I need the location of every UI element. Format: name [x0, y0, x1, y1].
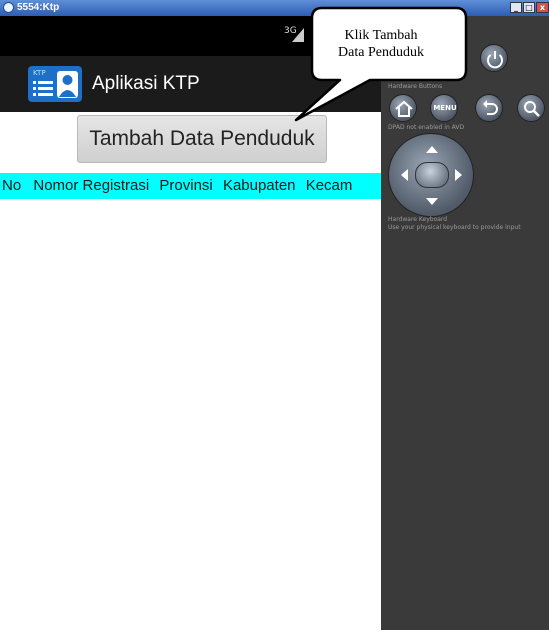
menu-label: MENU	[433, 104, 457, 112]
dpad-center-button[interactable]	[415, 162, 449, 188]
window-title: 5554:Ktp	[17, 2, 60, 13]
header-nomor-registrasi: Nomor Registrasi	[33, 177, 150, 194]
search-icon	[524, 101, 540, 117]
dpad-right-icon[interactable]	[455, 169, 462, 181]
action-bar: KTP Aplikasi KTP	[0, 56, 381, 112]
minimize-button[interactable]: _	[510, 2, 522, 13]
ktp-badge-text: KTP	[33, 69, 46, 77]
table-header-row: No Nomor Registrasi Provinsi Kabupaten K…	[0, 173, 381, 199]
hardware-keyboard-hint: Use your physical keyboard to provide in…	[388, 224, 521, 231]
back-icon	[483, 100, 498, 115]
hardware-buttons-label: Hardware Buttons	[388, 83, 443, 90]
emulator-window-icon	[3, 2, 14, 13]
dpad-disabled-label: DPAD not enabled in AVD	[388, 124, 465, 131]
power-button[interactable]	[480, 44, 508, 72]
device-screen: 3G KTP Aplikasi KTP Tambah Data Penduduk…	[0, 16, 381, 630]
tambah-data-penduduk-button[interactable]: Tambah Data Penduduk	[77, 115, 327, 163]
signal-icon	[292, 28, 304, 42]
close-button[interactable]: x	[536, 2, 549, 13]
restore-button[interactable]: □	[523, 2, 535, 13]
window-title-bar: 5554:Ktp _ □ x	[0, 0, 549, 16]
header-no: No	[2, 177, 22, 194]
back-button[interactable]	[475, 94, 503, 122]
ktp-app-icon: KTP	[28, 66, 82, 102]
dpad[interactable]	[388, 133, 474, 217]
app-title: Aplikasi KTP	[92, 73, 200, 94]
menu-button[interactable]: MENU	[430, 94, 458, 122]
dpad-down-icon[interactable]	[426, 198, 438, 205]
header-provinsi: Provinsi	[159, 177, 213, 194]
dpad-up-icon[interactable]	[426, 146, 438, 153]
power-icon	[487, 51, 503, 69]
dpad-left-icon[interactable]	[401, 169, 408, 181]
home-button[interactable]	[389, 94, 417, 122]
header-kecamatan: Kecam	[305, 177, 353, 194]
header-kabupaten: Kabupaten	[222, 177, 296, 194]
hardware-keyboard-title: Hardware Keyboard	[388, 216, 448, 223]
search-button[interactable]	[517, 94, 545, 122]
emulator-controls-panel: Hardware Buttons MENU DPAD not enabled i…	[381, 16, 549, 630]
status-bar: 3G	[0, 16, 381, 56]
home-icon	[395, 100, 413, 117]
